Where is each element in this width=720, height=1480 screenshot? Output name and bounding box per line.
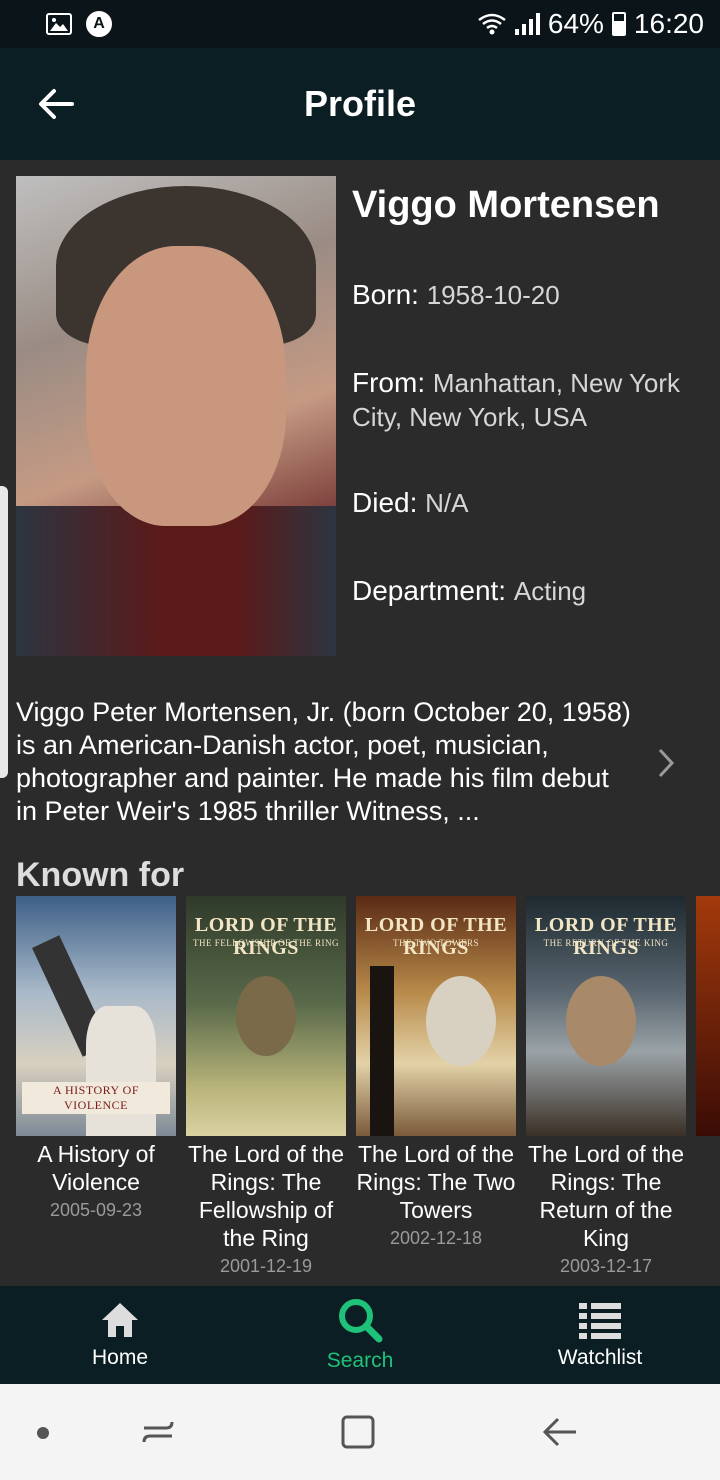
nav-watchlist[interactable]: Watchlist — [480, 1286, 720, 1384]
signal-icon — [514, 13, 540, 35]
chevron-right-icon[interactable] — [652, 746, 680, 780]
poster-text: LORD OF THE RINGS — [364, 914, 508, 959]
movie-title: The Lord of the Rings: The Return of the… — [528, 1141, 684, 1251]
dot-icon[interactable] — [36, 1426, 50, 1440]
system-navigation-bar — [0, 1384, 720, 1480]
nav-search-label: Search — [326, 1349, 394, 1372]
home-icon — [102, 1303, 138, 1337]
movie-poster[interactable]: LORD OF THE RINGS THE FELLOWSHIP OF THE … — [186, 896, 346, 1136]
poster-subtitle: THE TWO TOWERS — [393, 938, 479, 948]
movie-card[interactable]: A HISTORY OF VIOLENCE A History of Viole… — [16, 896, 176, 1224]
from-label: From: — [352, 367, 426, 398]
department-value: Acting — [513, 576, 587, 606]
arrow-left-icon — [39, 89, 74, 119]
release-date: 2005-09-23 — [49, 1200, 143, 1220]
movie-poster[interactable]: LORD OF THE RINGS THE TWO TOWERS — [356, 896, 516, 1136]
profile-photo — [16, 176, 336, 656]
release-date: 2003-12-17 — [559, 1256, 653, 1276]
clock: 16:20 — [633, 8, 704, 39]
movie-poster[interactable]: LORD OF THE RINGS THE RETURN OF THE KING — [526, 896, 686, 1136]
born-label: Born: — [352, 279, 419, 310]
nav-watchlist-label: Watchlist — [557, 1346, 643, 1369]
died-field: Died: N/A — [352, 486, 682, 520]
bottom-navigation: Home Search Watchlist — [0, 1286, 720, 1384]
release-date: 2002-12-18 — [389, 1228, 483, 1248]
movie-title: A History of Violence — [37, 1141, 155, 1195]
department-field: Department: Acting — [352, 574, 682, 608]
movie-title: The Lord of the Rings: The Two Towers — [356, 1141, 516, 1223]
poster-text: A HISTORY OF VIOLENCE — [22, 1082, 170, 1114]
known-for-carousel[interactable]: A HISTORY OF VIOLENCE A History of Viole… — [16, 896, 720, 1286]
battery-icon — [611, 12, 626, 36]
search-icon — [339, 1299, 383, 1343]
department-label: Department: — [352, 575, 507, 606]
gallery-icon — [46, 13, 72, 35]
wifi-icon — [478, 13, 506, 35]
poster-subtitle: THE RETURN OF THE KING — [543, 938, 669, 948]
from-field: From: Manhattan, New York City, New York… — [352, 366, 682, 434]
died-value: N/A — [425, 488, 469, 518]
born-field: Born: 1958-10-20 — [352, 278, 682, 312]
born-value: 1958-10-20 — [426, 280, 560, 310]
home-square-icon[interactable] — [340, 1414, 376, 1450]
known-for-title: Known for — [16, 856, 185, 894]
list-icon — [579, 1303, 621, 1339]
edge-panel-handle[interactable] — [0, 486, 8, 778]
profile-content: Viggo Mortensen Born: 1958-10-20 From: M… — [0, 160, 720, 1286]
battery-percent: 64% — [547, 8, 604, 39]
app-bar: Profile — [0, 48, 720, 160]
movie-poster[interactable]: A HISTORY OF VIOLENCE — [16, 896, 176, 1136]
recent-apps-icon[interactable] — [140, 1414, 176, 1450]
poster-text: LORD OF THE RINGS — [194, 914, 338, 959]
screen: A 64% 16:20 Profile Viggo Mortensen Born… — [0, 0, 720, 1480]
release-date: 2001-12-19 — [219, 1256, 313, 1276]
poster-text: LORD OF THE RINGS — [534, 914, 678, 959]
back-button[interactable] — [30, 78, 82, 130]
person-name: Viggo Mortensen — [352, 184, 660, 226]
poster-subtitle: THE FELLOWSHIP OF THE RING — [193, 938, 339, 948]
movie-card[interactable]: LORD OF THE RINGS THE RETURN OF THE KING… — [526, 896, 686, 1280]
nav-search[interactable]: Search — [240, 1286, 480, 1384]
back-icon[interactable] — [540, 1414, 580, 1450]
movie-card[interactable]: LORD OF THE RINGS THE FELLOWSHIP OF THE … — [186, 896, 346, 1280]
died-label: Died: — [352, 487, 418, 518]
page-title: Profile — [303, 83, 417, 124]
nav-home[interactable]: Home — [0, 1286, 240, 1384]
biography-text[interactable]: Viggo Peter Mortensen, Jr. (born October… — [16, 696, 636, 828]
next-poster-partial[interactable] — [696, 896, 720, 1136]
a-badge-icon: A — [86, 11, 112, 37]
movie-card[interactable]: LORD OF THE RINGS THE TWO TOWERS The Lor… — [356, 896, 516, 1252]
nav-home-label: Home — [91, 1346, 149, 1369]
status-bar: A 64% 16:20 — [0, 0, 720, 48]
movie-title: The Lord of the Rings: The Fellowship of… — [188, 1141, 344, 1251]
